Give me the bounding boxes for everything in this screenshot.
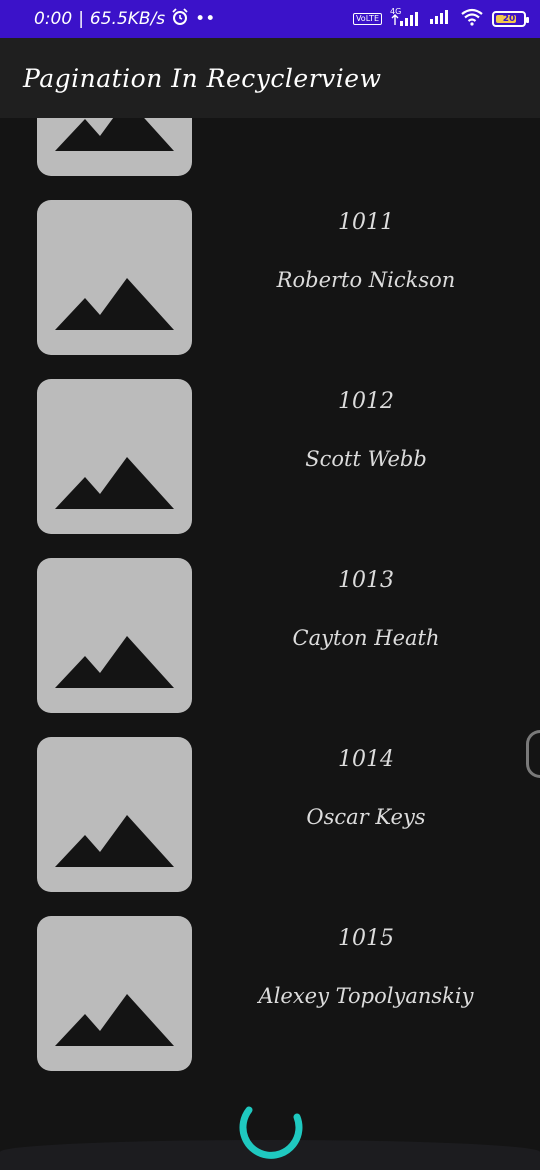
item-id: 1014 <box>338 747 394 772</box>
progress-spinner-icon <box>235 1090 305 1160</box>
list-item[interactable]: 1014 Oscar Keys <box>0 737 540 916</box>
status-bar: 0:00 | 65.5KB/s •• VoLTE 4G 20 <box>0 0 540 38</box>
page-title: Pagination In Recyclerview <box>23 63 382 93</box>
battery-icon: 20 <box>492 11 529 27</box>
status-right: VoLTE 4G 20 <box>352 7 529 31</box>
list-item[interactable]: 1011 Roberto Nickson <box>0 200 540 379</box>
alarm-icon <box>171 7 189 31</box>
list-item[interactable]: 1015 Alexey Topolyanskiy <box>0 916 540 1095</box>
item-id: 1015 <box>338 926 394 951</box>
status-separator: | <box>78 9 84 29</box>
battery-level: 20 <box>502 14 516 24</box>
item-id: 1012 <box>338 389 394 414</box>
recycler-list[interactable]: 1011 Roberto Nickson 1012 Scott Webb 101… <box>0 118 540 1170</box>
image-placeholder-icon <box>37 737 192 892</box>
app-bar: Pagination In Recyclerview <box>0 38 540 118</box>
item-name: Alexey Topolyanskiy <box>258 984 474 1008</box>
status-time: 0:00 <box>34 9 73 29</box>
status-network-speed: 65.5KB/s <box>89 9 166 29</box>
image-placeholder-icon <box>37 118 192 176</box>
list-item[interactable] <box>0 118 540 200</box>
image-placeholder-icon <box>37 916 192 1071</box>
list-item[interactable]: 1013 Cayton Heath <box>0 558 540 737</box>
image-placeholder-icon <box>37 200 192 355</box>
image-placeholder-icon <box>37 558 192 713</box>
image-placeholder-icon <box>37 379 192 534</box>
scrollbar-handle[interactable] <box>526 730 540 778</box>
signal-icon-2 <box>428 8 452 31</box>
wifi-icon <box>460 8 484 31</box>
status-left: 0:00 | 65.5KB/s •• <box>34 7 216 31</box>
item-name: Cayton Heath <box>292 626 440 650</box>
list-item[interactable]: 1012 Scott Webb <box>0 379 540 558</box>
item-name: Scott Webb <box>305 447 427 471</box>
item-id: 1013 <box>338 568 394 593</box>
signal-icon: 4G <box>390 7 420 28</box>
notification-dots: •• <box>195 9 216 29</box>
item-name: Roberto Nickson <box>276 268 456 292</box>
item-name: Oscar Keys <box>306 805 426 829</box>
item-id: 1011 <box>338 210 394 235</box>
volte-badge: VoLTE <box>352 13 382 25</box>
